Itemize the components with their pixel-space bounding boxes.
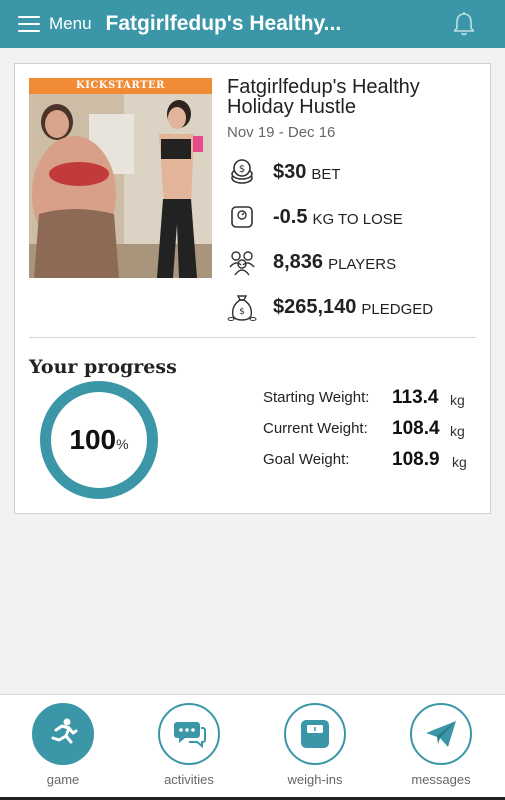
stat-unit: BET [311,165,341,183]
game-card[interactable]: KICKSTARTER Fatgirlfedup's Healthy Holid… [14,63,491,514]
percent-sign: % [116,436,129,452]
stat-unit: PLEDGED [361,300,434,318]
chat-bubbles-icon [174,722,206,749]
menu-button[interactable]: Menu [0,0,92,48]
starting-weight-row: Starting Weight: 113.4 kg [263,387,465,413]
stat-value: 8,836 [273,250,324,273]
nav-game[interactable]: game [13,703,113,787]
weight-unit: kg [452,454,467,470]
nav-label: game [46,772,80,787]
svg-text:$: $ [239,307,245,317]
weight-unit: kg [450,423,465,439]
players-icon [229,251,255,276]
hamburger-icon [18,16,40,32]
scale-icon [301,720,329,748]
stat-value: -0.5 [273,205,308,228]
bell-icon[interactable] [451,11,477,37]
weight-unit: kg [450,392,465,408]
goal-weight-row: Goal Weight: 108.9 kg [263,449,467,475]
stat-value: $30 [273,160,307,183]
nav-label: activities [164,772,214,787]
nav-messages[interactable]: messages [391,703,491,787]
stat-unit: KG TO LOSE [312,210,403,228]
weight-label: Current Weight: [263,420,368,437]
stat-pledged: $ $265,140 PLEDGED [227,292,433,322]
money-bag-icon: $ [227,295,257,321]
promo-image: KICKSTARTER [29,78,212,278]
menu-label: Menu [49,14,92,33]
nav-label: weigh-ins [287,772,343,787]
scale-icon [231,206,253,228]
stat-unit: PLAYERS [328,255,397,273]
game-dates: Nov 19 - Dec 16 [227,124,336,141]
progress-title: Your progress [29,356,177,378]
app-header: Menu Fatgirlfedup's Healthy... [0,0,505,48]
bottom-nav: game activities weigh-ins messages [0,694,505,800]
stat-players: 8,836 PLAYERS [227,247,396,277]
page-title: Fatgirlfedup's Healthy... [105,12,342,35]
nav-label: messages [411,772,471,787]
weight-value: 113.4 [392,387,439,408]
nav-weigh-ins[interactable]: weigh-ins [265,703,365,787]
stat-bet: $ $30 BET [227,157,341,187]
current-weight-row: Current Weight: 108.4 kg [263,418,465,444]
weight-label: Goal Weight: [263,451,350,468]
promo-banner: KICKSTARTER [29,78,212,94]
svg-text:$: $ [239,164,245,175]
game-title[interactable]: Fatgirlfedup's Healthy Holiday Hustle [227,77,477,117]
runner-icon [51,718,78,744]
progress-percent: 100 [69,424,117,455]
nav-activities[interactable]: activities [139,703,239,787]
before-after-photo [29,94,212,278]
paper-plane-icon [426,721,456,747]
coins-icon: $ [231,159,253,184]
weight-value: 108.9 [392,449,440,470]
divider [29,337,476,338]
weight-value: 108.4 [392,418,440,439]
stat-value: $265,140 [273,295,357,318]
progress-ring: 100 % [40,381,158,499]
weight-label: Starting Weight: [263,389,370,406]
stat-weight-loss: -0.5 KG TO LOSE [227,202,403,232]
